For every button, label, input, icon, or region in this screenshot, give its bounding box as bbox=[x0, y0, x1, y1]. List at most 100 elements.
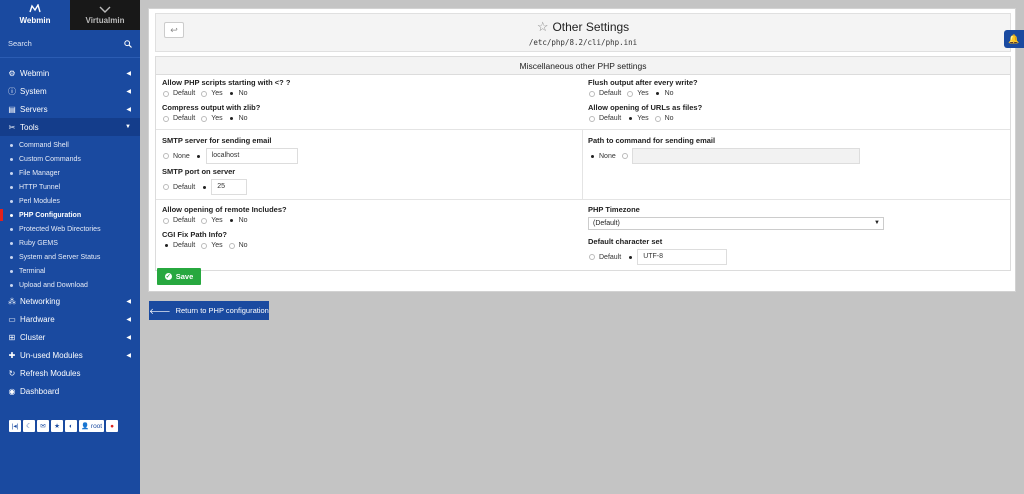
tab-virtualmin[interactable]: Virtualmin bbox=[70, 0, 140, 30]
field-timezone: PHP Timezone (Default) ▼ bbox=[588, 205, 884, 230]
field-label: CGI Fix Path Info? bbox=[162, 230, 227, 239]
submenu-item[interactable]: System and Server Status bbox=[0, 250, 140, 264]
radio-label: Yes bbox=[211, 217, 223, 224]
field-label: Compress output with zlib? bbox=[162, 103, 261, 112]
user-button[interactable]: 👤 root bbox=[79, 420, 105, 432]
submenu-item[interactable]: Command Shell bbox=[0, 138, 140, 152]
mail-icon[interactable]: ✉ bbox=[37, 420, 49, 432]
notifications-bell-icon[interactable]: 🔔 bbox=[1004, 30, 1024, 48]
submenu-item[interactable]: Terminal bbox=[0, 264, 140, 278]
tools-submenu: Command Shell Custom Commands File Manag… bbox=[0, 136, 140, 292]
radio-no-selected[interactable] bbox=[229, 91, 235, 97]
caret-left-icon: ◀ bbox=[126, 298, 131, 305]
sidebar-item-webmin[interactable]: ⚙ Webmin ◀ bbox=[0, 64, 140, 82]
sidebar-item-dashboard[interactable]: ◉ Dashboard bbox=[0, 382, 140, 400]
gear-icon: ⚙ bbox=[8, 68, 16, 78]
field-zlib: Compress output with zlib? Default Yes N… bbox=[162, 103, 260, 122]
radio-value-selected[interactable] bbox=[201, 184, 207, 190]
radio-yes[interactable] bbox=[201, 242, 208, 249]
submenu-item[interactable]: Perl Modules bbox=[0, 194, 140, 208]
sidebar-item-cluster[interactable]: ⊞ Cluster ◀ bbox=[0, 328, 140, 346]
submenu-item-active[interactable]: PHP Configuration bbox=[0, 208, 140, 222]
star-icon[interactable]: ★ bbox=[51, 420, 63, 432]
moon-icon[interactable]: ☾ bbox=[23, 420, 35, 432]
submenu-item[interactable]: HTTP Tunnel bbox=[0, 180, 140, 194]
radio-label: No bbox=[238, 90, 248, 97]
select-value: (Default) bbox=[593, 220, 620, 227]
radio-no[interactable] bbox=[654, 115, 661, 122]
field-label: SMTP port on server bbox=[162, 167, 236, 176]
radio-default[interactable] bbox=[163, 115, 169, 122]
smtp-port-input[interactable]: 25 bbox=[211, 179, 248, 195]
radio-default[interactable] bbox=[163, 90, 169, 97]
save-button[interactable]: ✓ Save bbox=[157, 268, 201, 285]
charset-input[interactable]: UTF-8 bbox=[637, 249, 728, 265]
radio-label: No bbox=[664, 90, 674, 97]
search-input[interactable]: Search bbox=[8, 39, 32, 48]
radio-default[interactable] bbox=[163, 184, 169, 190]
radio-default-selected[interactable] bbox=[163, 243, 169, 249]
sidebar-search[interactable]: Search bbox=[0, 30, 140, 58]
palette-icon[interactable]: ◐ bbox=[65, 420, 77, 432]
virtualmin-chevron-icon bbox=[99, 6, 111, 13]
panel-header: ↩ ☆ Other Settings /etc/php/8.2/cli/php.i… bbox=[155, 13, 1011, 52]
radio-yes[interactable] bbox=[201, 217, 208, 224]
submenu-item[interactable]: Ruby GEMS bbox=[0, 236, 140, 250]
submenu-label: Ruby GEMS bbox=[19, 239, 58, 247]
favorite-star-icon[interactable]: ☆ bbox=[537, 19, 549, 34]
radio-no-selected[interactable] bbox=[229, 218, 235, 224]
sidebar-item-tools[interactable]: ✂ Tools ▼ bbox=[0, 118, 140, 136]
hardware-icon: ▭ bbox=[8, 314, 16, 324]
sidebar-item-servers[interactable]: ▤ Servers ◀ bbox=[0, 100, 140, 118]
sidebar-item-unused-modules[interactable]: ✚ Un-used Modules ◀ bbox=[0, 346, 140, 364]
radio-label: Yes bbox=[211, 115, 223, 122]
radio-yes[interactable] bbox=[201, 115, 208, 122]
bullet-icon bbox=[10, 241, 13, 245]
tab-webmin[interactable]: Webmin bbox=[0, 0, 70, 30]
smtp-server-input[interactable]: localhost bbox=[205, 148, 298, 164]
sidebar-item-system[interactable]: ⓘ System ◀ bbox=[0, 82, 140, 100]
collapse-icon[interactable]: |◂| bbox=[9, 420, 21, 432]
radio-yes[interactable] bbox=[627, 90, 634, 97]
radio-yes[interactable] bbox=[201, 90, 208, 97]
server-icon: ▤ bbox=[8, 104, 16, 114]
radio-yes-selected[interactable] bbox=[627, 116, 633, 122]
search-icon[interactable] bbox=[124, 39, 132, 48]
radio-label: Yes bbox=[211, 90, 223, 97]
page-subtitle: /etc/php/8.2/cli/php.ini bbox=[528, 38, 638, 47]
caret-left-icon: ◀ bbox=[126, 352, 131, 359]
submenu-item[interactable]: File Manager bbox=[0, 166, 140, 180]
sidebar-item-hardware[interactable]: ▭ Hardware ◀ bbox=[0, 310, 140, 328]
charset-radio-group: Default UTF-8 bbox=[588, 249, 728, 265]
radio-no-selected[interactable] bbox=[655, 91, 661, 97]
sendmail-path-input[interactable] bbox=[631, 148, 860, 164]
radio-no[interactable] bbox=[228, 242, 235, 249]
submenu-item[interactable]: Custom Commands bbox=[0, 152, 140, 166]
radio-value[interactable] bbox=[621, 153, 628, 159]
radio-value-selected[interactable] bbox=[196, 153, 202, 159]
radio-default[interactable] bbox=[589, 254, 595, 260]
logout-icon[interactable]: ● bbox=[106, 420, 119, 432]
smtp-radio-group: None localhost bbox=[162, 148, 298, 164]
sidebar-item-refresh-modules[interactable]: ↻ Refresh Modules bbox=[0, 364, 140, 382]
timezone-select[interactable]: (Default) ▼ bbox=[588, 217, 884, 230]
radio-value-selected[interactable] bbox=[627, 254, 633, 260]
field-short-tags: Allow PHP scripts starting with <? ? Def… bbox=[162, 78, 290, 97]
radio-default[interactable] bbox=[589, 115, 595, 122]
submenu-label: System and Server Status bbox=[19, 253, 101, 261]
radio-none-selected[interactable] bbox=[589, 153, 595, 159]
short-tags-radio-group: Default Yes No bbox=[162, 90, 290, 97]
section-title: Miscellaneous other PHP settings bbox=[156, 57, 1010, 75]
radio-default[interactable] bbox=[589, 90, 595, 97]
return-button[interactable]: 🡐 Return to PHP configuration bbox=[149, 301, 269, 320]
sidebar-menu-lower: ⁂ Networking ◀ ▭ Hardware ◀ ⊞ Cluster ◀ … bbox=[0, 292, 140, 400]
sidebar-item-networking[interactable]: ⁂ Networking ◀ bbox=[0, 292, 140, 310]
submenu-item[interactable]: Protected Web Directories bbox=[0, 222, 140, 236]
radio-label: Yes bbox=[211, 242, 223, 249]
submenu-item[interactable]: Upload and Download bbox=[0, 278, 140, 292]
radio-label: No bbox=[238, 115, 248, 122]
radio-label: Yes bbox=[637, 90, 649, 97]
radio-none[interactable] bbox=[163, 153, 169, 159]
radio-no-selected[interactable] bbox=[229, 116, 235, 122]
radio-default[interactable] bbox=[163, 217, 169, 224]
